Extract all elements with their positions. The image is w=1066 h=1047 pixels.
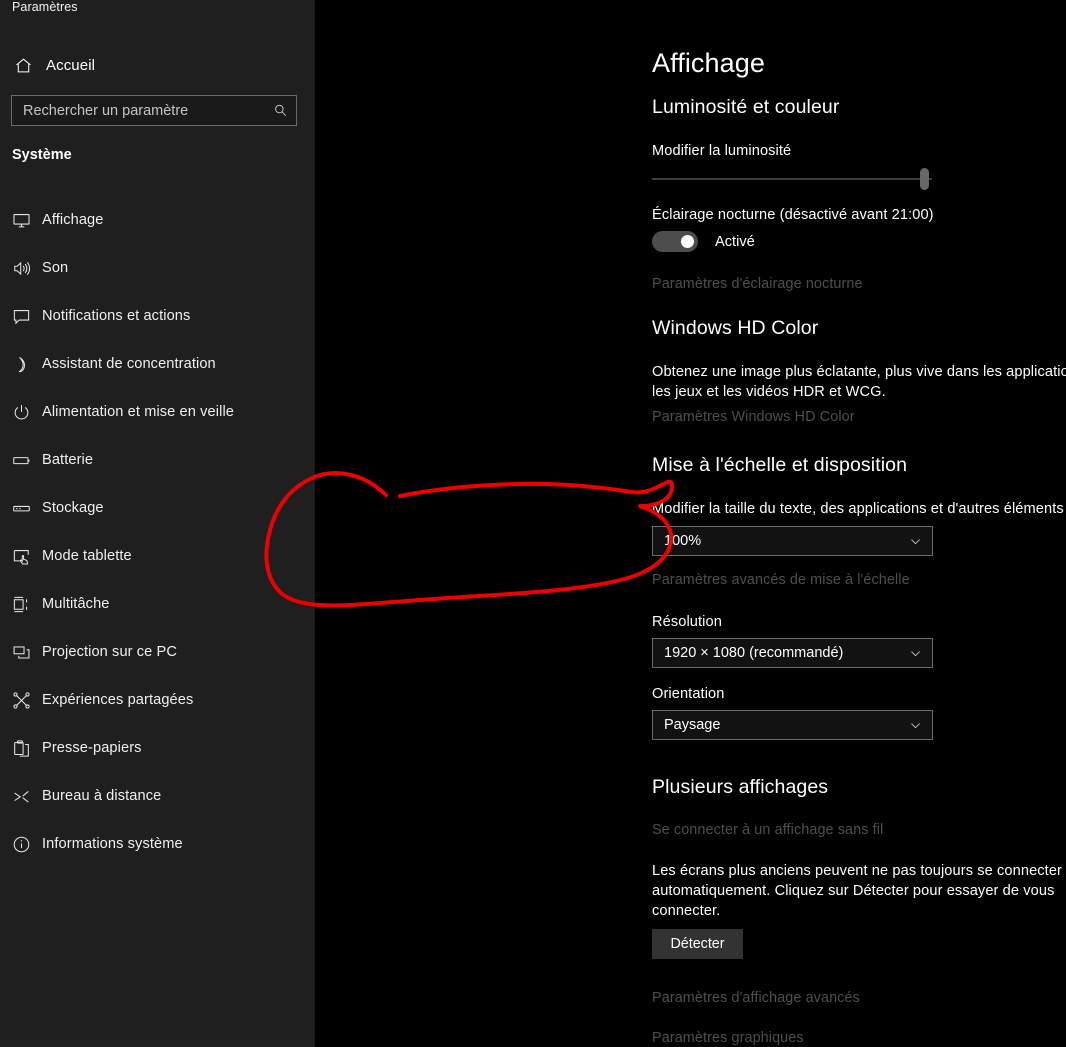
resolution-dropdown[interactable]: 1920 × 1080 (recommandé) <box>652 638 933 668</box>
advanced-display-settings-link[interactable]: Paramètres d'affichage avancés <box>652 990 860 1006</box>
sidebar-item-home[interactable]: Accueil <box>0 46 315 84</box>
sidebar-item-batterie[interactable]: Batterie <box>0 436 315 484</box>
home-icon <box>0 56 46 75</box>
storage-icon <box>0 499 42 518</box>
battery-icon <box>0 451 42 470</box>
search-input[interactable] <box>23 102 271 119</box>
sidebar-item-alimentation[interactable]: Alimentation et mise en veille <box>0 388 315 436</box>
search-box[interactable] <box>11 95 297 126</box>
advanced-scaling-link[interactable]: Paramètres avancés de mise à l'échelle <box>652 572 910 588</box>
sidebar-item-label: Bureau à distance <box>42 788 162 804</box>
night-light-settings-link[interactable]: Paramètres d'éclairage nocturne <box>652 276 863 292</box>
sidebar-item-notifications[interactable]: Notifications et actions <box>0 292 315 340</box>
sidebar-item-assistant-concentration[interactable]: Assistant de concentration <box>0 340 315 388</box>
sidebar-item-bureau-a-distance[interactable]: Bureau à distance <box>0 772 315 820</box>
projection-icon <box>0 643 42 662</box>
sidebar-item-label: Affichage <box>42 212 104 228</box>
speaker-icon <box>0 259 42 278</box>
moon-icon <box>0 355 42 374</box>
sidebar-item-label: Presse-papiers <box>42 740 142 756</box>
sidebar-item-label: Son <box>42 260 69 276</box>
chevron-down-icon <box>906 719 924 732</box>
sidebar-item-label: Assistant de concentration <box>42 356 216 372</box>
page-title: Affichage <box>652 48 765 78</box>
detect-button[interactable]: Détecter <box>652 929 743 959</box>
wireless-display-link[interactable]: Se connecter à un affichage sans fil <box>652 822 883 838</box>
monitor-icon <box>0 211 42 230</box>
hd-color-settings-link[interactable]: Paramètres Windows HD Color <box>652 409 855 425</box>
sidebar-item-label: Alimentation et mise en veille <box>42 404 234 420</box>
orientation-dropdown[interactable]: Paysage <box>652 710 933 740</box>
hd-color-description: Obtenez une image plus éclatante, plus v… <box>652 364 1066 400</box>
sidebar-item-label: Notifications et actions <box>42 308 191 324</box>
section-heading-multiple-displays: Plusieurs affichages <box>652 776 829 798</box>
night-light-toggle[interactable] <box>652 231 698 252</box>
settings-window: Paramètres Accueil Système <box>0 0 1066 1047</box>
sidebar: Paramètres Accueil Système <box>0 0 315 1047</box>
orientation-dropdown-value: Paysage <box>664 717 721 733</box>
sidebar-item-experiences-partagees[interactable]: Expériences partagées <box>0 676 315 724</box>
sidebar-item-label: Batterie <box>42 452 94 468</box>
notification-icon <box>0 307 42 326</box>
night-light-state-label: Activé <box>715 233 755 250</box>
sidebar-item-multitache[interactable]: Multitâche <box>0 580 315 628</box>
shared-experiences-icon <box>0 691 42 710</box>
remote-desktop-icon <box>0 787 42 806</box>
scale-dropdown-value: 100% <box>664 533 702 549</box>
sidebar-item-label: Informations système <box>42 836 183 852</box>
slider-thumb[interactable] <box>920 168 929 190</box>
sidebar-item-label: Mode tablette <box>42 548 132 564</box>
clipboard-icon <box>0 739 42 758</box>
night-light-label: Éclairage nocturne (désactivé avant 21:0… <box>652 207 934 223</box>
sidebar-item-label: Stockage <box>42 500 104 516</box>
toggle-knob <box>681 235 694 248</box>
scale-dropdown[interactable]: 100% <box>652 526 933 556</box>
sidebar-item-projection[interactable]: Projection sur ce PC <box>0 628 315 676</box>
sidebar-item-presse-papiers[interactable]: Presse-papiers <box>0 724 315 772</box>
multitasking-icon <box>0 595 42 614</box>
sidebar-item-home-label: Accueil <box>46 56 96 74</box>
sidebar-item-label: Projection sur ce PC <box>42 644 178 660</box>
main-content: Affichage Luminosité et couleur Modifier… <box>315 0 1066 1047</box>
scale-label: Modifier la taille du texte, des applica… <box>652 501 1064 517</box>
app-title: Paramètres <box>12 0 78 14</box>
sidebar-item-label: Multitâche <box>42 596 110 612</box>
section-heading-brightness: Luminosité et couleur <box>652 96 840 118</box>
tablet-mode-icon <box>0 547 42 566</box>
resolution-dropdown-value: 1920 × 1080 (recommandé) <box>664 645 844 661</box>
sidebar-item-label: Expériences partagées <box>42 692 194 708</box>
search-icon[interactable] <box>271 102 289 120</box>
sidebar-item-mode-tablette[interactable]: Mode tablette <box>0 532 315 580</box>
sidebar-item-informations-systeme[interactable]: Informations système <box>0 820 315 868</box>
chevron-down-icon <box>906 647 924 660</box>
section-heading-scaling: Mise à l'échelle et disposition <box>652 454 908 476</box>
sidebar-group-title: Système <box>12 147 72 163</box>
power-icon <box>0 403 42 422</box>
chevron-down-icon <box>906 535 924 548</box>
night-light-toggle-row: Activé <box>652 231 755 252</box>
orientation-label: Orientation <box>652 686 725 702</box>
brightness-slider-label: Modifier la luminosité <box>652 143 792 159</box>
section-heading-hd-color: Windows HD Color <box>652 317 819 339</box>
sidebar-item-affichage[interactable]: Affichage <box>0 196 315 244</box>
multiple-displays-description: Les écrans plus anciens peuvent ne pas t… <box>652 863 1063 919</box>
brightness-slider[interactable] <box>652 168 932 190</box>
graphics-settings-link[interactable]: Paramètres graphiques <box>652 1030 804 1046</box>
sidebar-item-son[interactable]: Son <box>0 244 315 292</box>
slider-track <box>652 178 932 180</box>
info-icon <box>0 835 42 854</box>
sidebar-item-stockage[interactable]: Stockage <box>0 484 315 532</box>
sidebar-nav-list: Affichage Son Notifications et actions A… <box>0 196 315 868</box>
resolution-label: Résolution <box>652 614 722 630</box>
